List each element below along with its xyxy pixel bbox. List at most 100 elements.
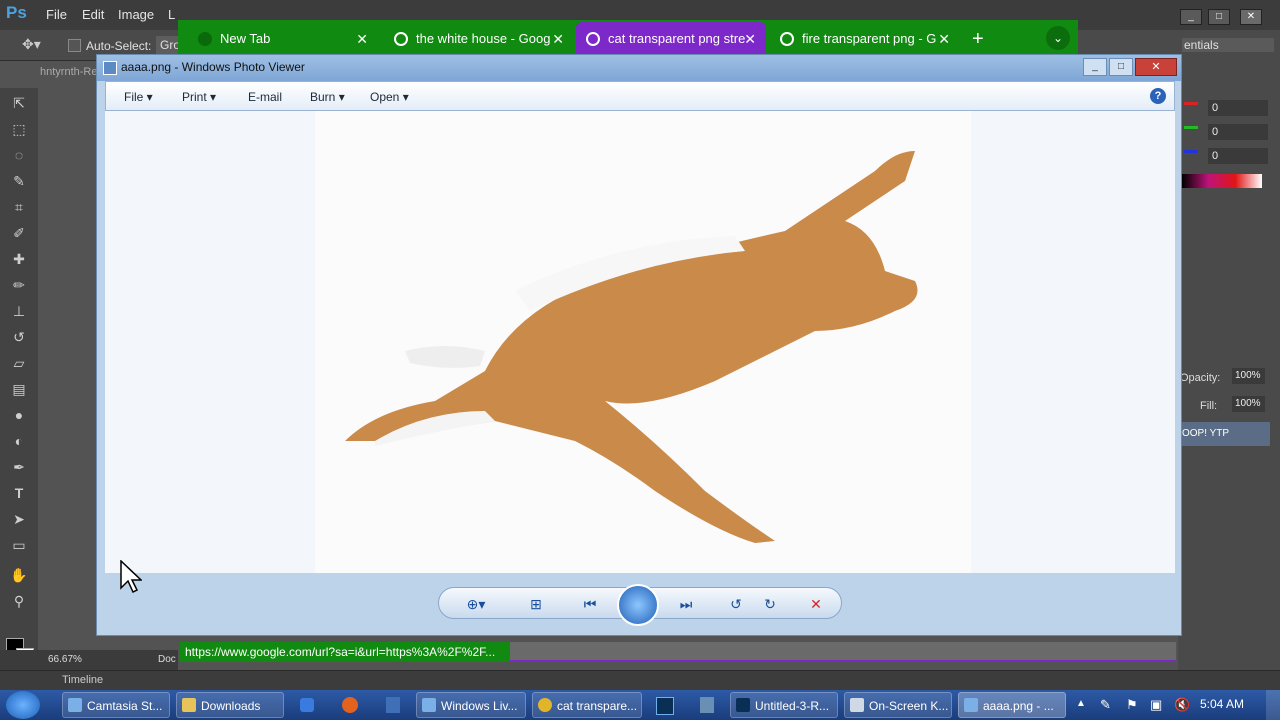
red-value-field[interactable]: 0	[1208, 100, 1268, 116]
slideshow-button[interactable]	[617, 584, 659, 626]
photoshop-icon	[736, 698, 750, 712]
volume-muted-icon[interactable]: 🔇	[1174, 697, 1190, 713]
zoom-tool-icon[interactable]: ⚲	[9, 592, 29, 610]
tab-cat-transparent-active[interactable]: cat transparent png stre ✕	[576, 22, 766, 56]
app-icon[interactable]	[700, 697, 714, 713]
zoom-icon[interactable]: ⊕▾	[465, 596, 487, 612]
ps-minimize-button[interactable]: _	[1180, 9, 1202, 25]
crop-tool-icon[interactable]: ⌗	[9, 198, 29, 216]
path-select-icon[interactable]: ➤	[9, 510, 29, 528]
ps-menu-edit[interactable]: Edit	[82, 7, 104, 22]
start-button[interactable]	[6, 691, 40, 719]
shape-tool-icon[interactable]: ▭	[9, 536, 29, 554]
media-player-icon[interactable]	[300, 698, 314, 712]
blur-tool-icon[interactable]: ●	[9, 406, 29, 424]
taskbar-item-photo-viewer[interactable]: aaaa.png - ...	[958, 692, 1066, 718]
stamp-tool-icon[interactable]: ⊥	[9, 302, 29, 320]
menu-email[interactable]: E-mail	[248, 90, 282, 104]
taskbar-item-camtasia[interactable]: Camtasia St...	[62, 692, 170, 718]
hand-tool-icon[interactable]: ✋	[9, 566, 29, 584]
viewer-titlebar[interactable]: aaaa.png - Windows Photo Viewer _ □ ✕	[97, 55, 1181, 81]
document-tab[interactable]: hntyrnth-Re	[40, 66, 97, 78]
ps-maximize-button[interactable]: □	[1208, 9, 1230, 25]
taskbar-item-downloads[interactable]: Downloads	[176, 692, 284, 718]
opacity-field[interactable]: 100%	[1232, 368, 1265, 384]
previous-icon[interactable]: ⏮	[579, 596, 601, 612]
firefox-icon[interactable]	[342, 697, 358, 713]
rotate-left-icon[interactable]: ↺	[725, 596, 747, 612]
flag-icon[interactable]: ⚑	[1126, 697, 1138, 713]
tab-fire-transparent[interactable]: fire transparent png - G ✕	[770, 22, 960, 56]
taskbar-item-chrome[interactable]: cat transpare...	[532, 692, 642, 718]
menu-print[interactable]: Print ▾	[182, 90, 216, 104]
fill-field[interactable]: 100%	[1232, 396, 1265, 412]
eyedropper-tool-icon[interactable]: ✐	[9, 224, 29, 242]
taskbar-item-windows-live[interactable]: Windows Liv...	[416, 692, 526, 718]
dodge-tool-icon[interactable]: ◐	[9, 432, 29, 450]
ps-menu-image[interactable]: Image	[118, 7, 154, 22]
close-icon[interactable]: ✕	[744, 22, 756, 56]
type-tool-icon[interactable]: T	[9, 484, 29, 502]
system-clock[interactable]: 5:04 AM	[1200, 697, 1244, 711]
maximize-button[interactable]: □	[1109, 58, 1133, 76]
chrome-icon	[198, 32, 212, 46]
quick-select-tool-icon[interactable]: ✎	[9, 172, 29, 190]
eraser-tool-icon[interactable]: ▱	[9, 354, 29, 372]
menu-open[interactable]: Open ▾	[370, 90, 409, 104]
close-button[interactable]: ✕	[1135, 58, 1177, 76]
taskbar-item-untitled[interactable]: Untitled-3-R...	[730, 692, 838, 718]
folder-icon	[182, 698, 196, 712]
photoshop-right-panel: 0 0 0 Opacity: 100% Fill: 100% OOP! YTP	[1178, 60, 1280, 670]
show-hidden-icons[interactable]: ▲	[1076, 698, 1086, 709]
close-icon[interactable]: ✕	[552, 22, 564, 56]
layer-row[interactable]: OOP! YTP	[1180, 422, 1270, 446]
menu-file[interactable]: File ▾	[124, 90, 153, 104]
help-icon[interactable]: ?	[1150, 88, 1166, 104]
next-icon[interactable]: ⏭	[675, 596, 697, 612]
move-tool-icon[interactable]: ⇱	[9, 94, 29, 112]
red-slider[interactable]	[1184, 102, 1198, 105]
ps-menu-file[interactable]: File	[46, 7, 67, 22]
viewer-controls: ⊕▾ ⊞ ⏮ ⏭ ↺ ↻ ✕	[105, 573, 1175, 631]
blue-slider[interactable]	[1184, 150, 1198, 153]
marquee-tool-icon[interactable]: ⬚	[9, 120, 29, 138]
blue-value-field[interactable]: 0	[1208, 148, 1268, 164]
lasso-tool-icon[interactable]: ◌	[9, 146, 29, 164]
pen-icon[interactable]: ✎	[1100, 697, 1111, 713]
gradient-tool-icon[interactable]: ▤	[9, 380, 29, 398]
green-slider[interactable]	[1184, 126, 1198, 129]
app-icon[interactable]	[386, 697, 400, 713]
new-tab-button[interactable]: +	[972, 28, 984, 51]
minimize-button[interactable]: _	[1083, 58, 1107, 76]
pen-tool-icon[interactable]: ✒	[9, 458, 29, 476]
healing-brush-icon[interactable]: ✚	[9, 250, 29, 268]
close-icon[interactable]: ✕	[938, 22, 950, 56]
workspace-select[interactable]: entials	[1182, 38, 1274, 52]
close-icon[interactable]: ✕	[356, 22, 368, 56]
rotate-right-icon[interactable]: ↻	[759, 596, 781, 612]
photoshop-taskbar-icon[interactable]	[656, 697, 674, 715]
cat-paw-white	[405, 346, 485, 368]
history-brush-icon[interactable]: ↺	[9, 328, 29, 346]
show-desktop-button[interactable]	[1266, 690, 1280, 720]
tab-new-tab[interactable]: New Tab ✕	[188, 22, 378, 56]
ps-menu-layer[interactable]: L	[168, 7, 175, 22]
ps-close-button[interactable]: ✕	[1240, 9, 1262, 25]
zoom-level[interactable]: 66.67%	[48, 654, 82, 665]
taskbar-item-onscreen-keyboard[interactable]: On-Screen K...	[844, 692, 952, 718]
color-ramp[interactable]	[1182, 174, 1262, 188]
google-icon	[586, 32, 600, 46]
delete-icon[interactable]: ✕	[805, 596, 827, 612]
windows-taskbar: Camtasia St... Downloads Windows Liv... …	[0, 690, 1280, 720]
green-value-field[interactable]: 0	[1208, 124, 1268, 140]
auto-select-checkbox[interactable]	[68, 39, 81, 52]
brush-tool-icon[interactable]: ✏	[9, 276, 29, 294]
tab-white-house[interactable]: the white house - Goog ✕	[384, 22, 574, 56]
control-pill: ⊕▾ ⊞ ⏮ ⏭ ↺ ↻ ✕	[438, 584, 842, 626]
menu-burn[interactable]: Burn ▾	[310, 90, 345, 104]
timeline-label[interactable]: Timeline	[62, 674, 103, 686]
network-icon[interactable]: ▣	[1150, 697, 1162, 713]
actual-size-icon[interactable]: ⊞	[525, 596, 547, 612]
chevron-down-icon[interactable]: ⌄	[1046, 26, 1070, 50]
move-tool-icon[interactable]: ✥▾	[22, 36, 41, 53]
